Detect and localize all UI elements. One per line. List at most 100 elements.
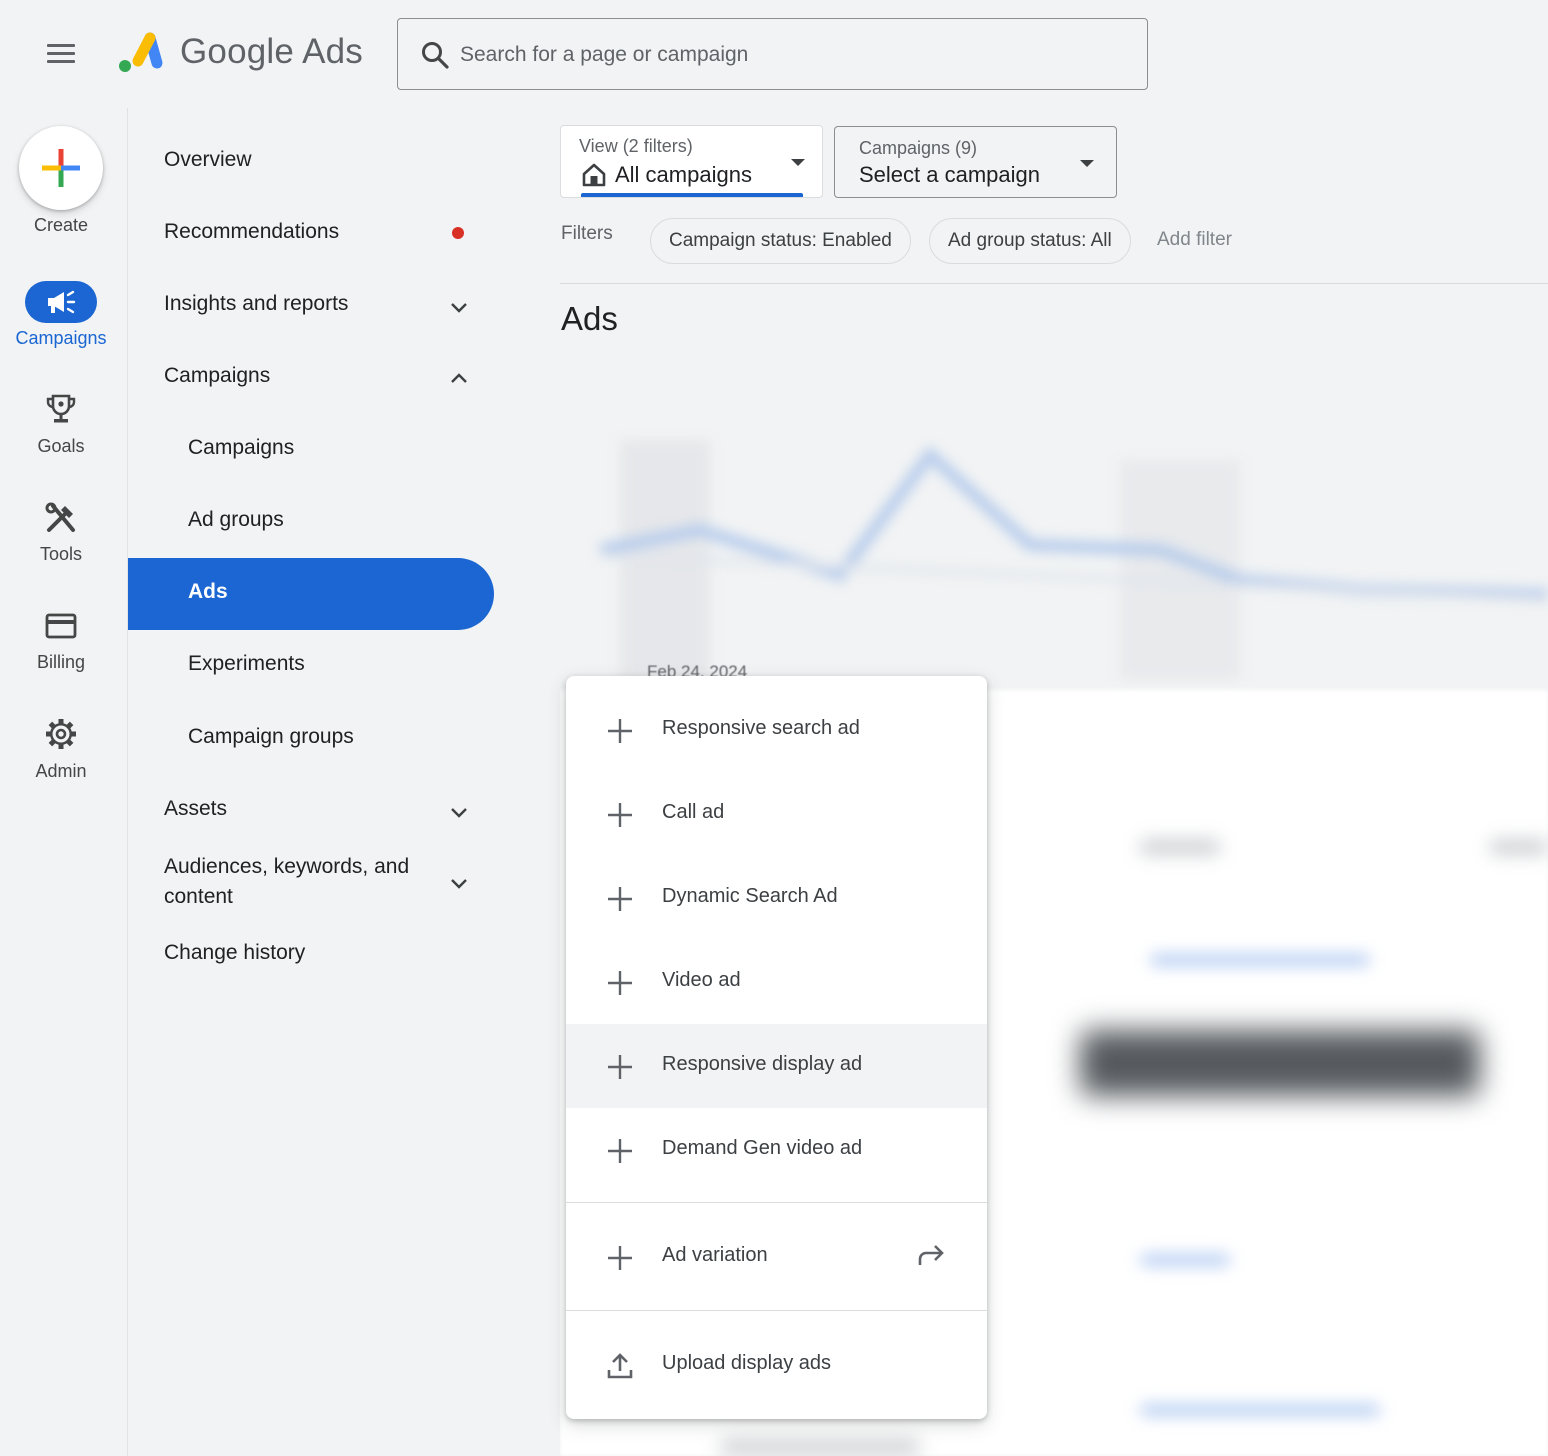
plus-icon	[608, 887, 632, 911]
menu-item-label: Video ad	[662, 969, 741, 991]
billing-label[interactable]: Billing	[1, 652, 121, 673]
nav-ads-label: Ads	[188, 580, 228, 603]
chevron-down-icon	[451, 808, 467, 818]
nav-ad-groups[interactable]: Ad groups	[128, 486, 494, 558]
dropdown-caret-icon	[791, 159, 805, 166]
nav-recommendations[interactable]: Recommendations	[128, 198, 494, 270]
brand-google: Google	[180, 32, 295, 71]
tools-label[interactable]: Tools	[1, 544, 121, 565]
menu-item-demand-gen-video-ad[interactable]: Demand Gen video ad	[566, 1108, 987, 1192]
filter-chip-campaign-status[interactable]: Campaign status: Enabled	[650, 218, 911, 264]
menu-divider	[566, 1202, 987, 1203]
performance-chart	[600, 440, 1548, 680]
nav-experiments-label: Experiments	[188, 652, 305, 675]
dropdown-caret-icon	[1080, 160, 1094, 167]
credit-card-icon[interactable]	[43, 608, 79, 644]
create-label: Create	[33, 215, 89, 235]
plus-icon	[608, 1055, 632, 1079]
nav-recommendations-label: Recommendations	[164, 220, 340, 243]
blurred-link	[1140, 1405, 1380, 1415]
megaphone-icon	[48, 290, 76, 314]
menu-item-label: Responsive search ad	[662, 717, 860, 739]
blurred-preview	[1080, 1030, 1480, 1096]
notification-dot	[452, 227, 464, 239]
blurred-link	[1140, 1255, 1230, 1265]
plus-icon	[608, 1246, 632, 1270]
blurred-link	[1150, 955, 1370, 965]
nav-insights-and-reports[interactable]: Insights and reports	[128, 270, 494, 342]
nav-overview-label: Overview	[164, 148, 252, 171]
nav-audiences-label: Audiences, keywords, and content	[164, 855, 410, 908]
chevron-up-icon	[451, 373, 467, 383]
nav-assets[interactable]: Assets	[128, 775, 494, 847]
google-ads-logo	[119, 32, 163, 72]
rail-campaigns-button[interactable]	[25, 281, 97, 323]
menu-item-responsive-search-ad[interactable]: Responsive search ad	[566, 688, 987, 772]
filter-chip-ad-group-status[interactable]: Ad group status: All	[929, 218, 1131, 264]
new-ad-menu: Responsive search ad Call ad Dynamic Sea…	[566, 676, 987, 1419]
nav-ad-groups-label: Ad groups	[188, 508, 284, 531]
trophy-icon[interactable]	[43, 392, 79, 428]
forward-arrow-icon	[918, 1245, 944, 1265]
page-title: Ads	[561, 300, 618, 337]
nav-campaigns-section[interactable]: Campaigns	[128, 342, 494, 414]
goals-label[interactable]: Goals	[1, 436, 121, 457]
toolbar-divider	[560, 283, 1548, 284]
menu-item-label: Call ad	[662, 801, 725, 823]
nav-ads[interactable]: Ads	[128, 558, 494, 630]
plus-icon	[608, 971, 632, 995]
plus-icon	[608, 803, 632, 827]
menu-item-video-ad[interactable]: Video ad	[566, 940, 987, 1024]
chevron-down-icon	[451, 303, 467, 313]
menu-item-dynamic-search-ad[interactable]: Dynamic Search Ad	[566, 856, 987, 940]
brand-name: Google Ads	[180, 32, 363, 72]
menu-item-ad-variation[interactable]: Ad variation	[566, 1215, 987, 1299]
campaign-dropdown[interactable]: Campaigns (9) Select a campaign	[834, 126, 1117, 198]
gear-icon[interactable]	[43, 716, 79, 752]
hamburger-menu-icon[interactable]	[46, 42, 76, 66]
active-underline	[581, 193, 803, 197]
home-icon	[582, 163, 606, 187]
menu-item-label: Demand Gen video ad	[662, 1137, 863, 1159]
nav-campaigns-section-label: Campaigns	[164, 364, 271, 387]
nav-campaigns[interactable]: Campaigns	[128, 414, 494, 486]
brand-ads: Ads	[302, 32, 363, 71]
menu-item-call-ad[interactable]: Call ad	[566, 772, 987, 856]
plus-multicolor-icon	[42, 149, 80, 187]
menu-item-responsive-display-ad[interactable]: Responsive display ad	[566, 1024, 987, 1108]
campaign-dropdown-label: Campaigns (9)	[859, 138, 978, 158]
admin-label[interactable]: Admin	[1, 761, 121, 782]
tools-icon[interactable]	[43, 500, 79, 536]
nav-insights-label: Insights and reports	[164, 292, 349, 315]
menu-item-label: Upload display ads	[662, 1352, 831, 1374]
nav-change-history[interactable]: Change history	[128, 919, 494, 991]
search-box[interactable]	[397, 18, 1148, 90]
blurred-button	[720, 1440, 920, 1454]
plus-icon	[608, 1139, 632, 1163]
menu-item-label: Ad variation	[662, 1244, 768, 1266]
blurred-header	[1490, 840, 1548, 854]
create-button[interactable]	[19, 126, 103, 210]
filters-label: Filters	[561, 223, 613, 244]
upload-icon	[607, 1353, 633, 1379]
chevron-down-icon	[451, 879, 467, 889]
menu-item-upload-display-ads[interactable]: Upload display ads	[566, 1323, 987, 1407]
view-dropdown-value: All campaigns	[615, 162, 752, 187]
nav-campaign-groups-label: Campaign groups	[188, 725, 354, 748]
nav-campaign-groups[interactable]: Campaign groups	[128, 703, 494, 775]
campaign-dropdown-value: Select a campaign	[859, 162, 1040, 187]
add-filter-button[interactable]: Add filter	[1157, 229, 1232, 251]
search-input[interactable]	[460, 35, 1120, 75]
menu-item-label: Dynamic Search Ad	[662, 885, 838, 907]
view-dropdown[interactable]: View (2 filters) All campaigns	[560, 125, 823, 198]
campaigns-rail-label[interactable]: Campaigns	[1, 328, 121, 349]
menu-item-label: Responsive display ad	[662, 1053, 863, 1075]
plus-icon	[608, 719, 632, 743]
nav-audiences-keywords-content[interactable]: Audiences, keywords, and content	[128, 840, 494, 928]
nav-experiments[interactable]: Experiments	[128, 630, 494, 702]
nav-assets-label: Assets	[164, 797, 228, 820]
blurred-header	[1140, 840, 1220, 854]
search-icon	[422, 42, 449, 69]
view-dropdown-label: View (2 filters)	[579, 136, 693, 156]
nav-overview[interactable]: Overview	[128, 126, 494, 198]
